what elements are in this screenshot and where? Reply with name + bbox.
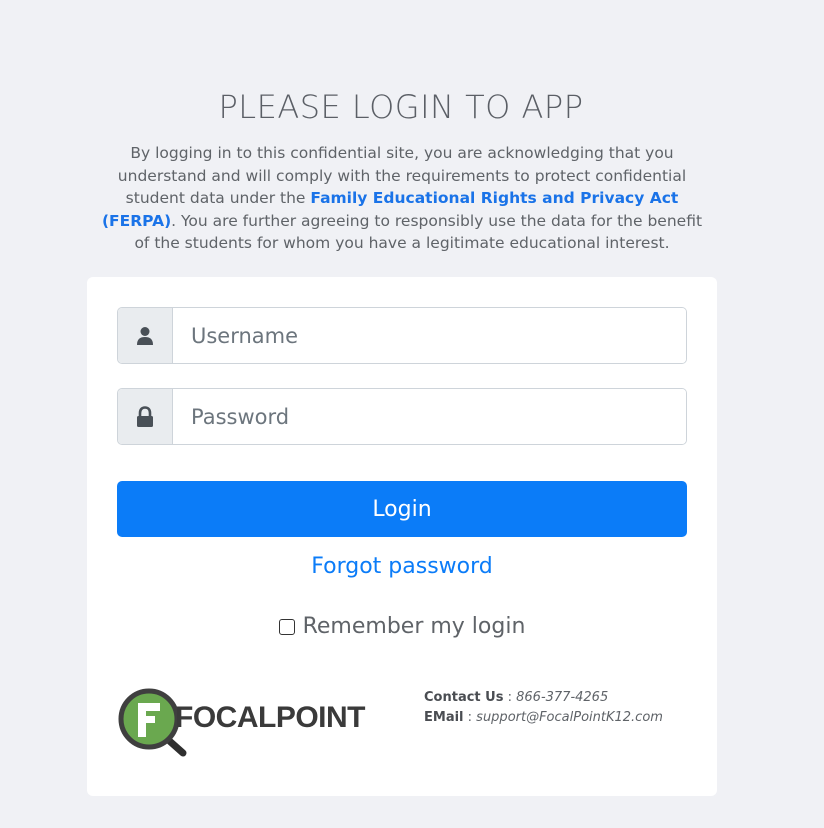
remember-login[interactable]: Remember my login xyxy=(87,614,717,639)
contact-email: EMail : support@FocalPointK12.com xyxy=(424,710,663,725)
remember-label: Remember my login xyxy=(302,614,526,639)
password-group xyxy=(117,388,687,445)
user-icon xyxy=(118,308,173,363)
contact-info: Contact Us : 866-377-4265 EMail : suppor… xyxy=(424,688,663,728)
login-button[interactable]: Login xyxy=(117,481,687,537)
lock-icon xyxy=(118,389,173,444)
password-input[interactable] xyxy=(173,389,686,444)
login-card: Login Forgot password Remember my login … xyxy=(87,277,717,796)
forgot-password-link[interactable]: Forgot password xyxy=(87,554,717,579)
username-input[interactable] xyxy=(173,308,686,363)
username-group xyxy=(117,307,687,364)
login-page: PLEASE LOGIN TO APP By logging in to thi… xyxy=(0,0,824,828)
ferpa-notice: By logging in to this confidential site,… xyxy=(96,142,708,255)
focalpoint-logo: FOCALPOINT xyxy=(117,687,377,759)
remember-checkbox[interactable] xyxy=(278,618,295,635)
contact-phone: Contact Us : 866-377-4265 xyxy=(424,690,609,705)
page-title: PLEASE LOGIN TO APP xyxy=(218,88,584,126)
logo-text: FOCALPOINT xyxy=(175,701,366,734)
notice-text-after: . You are further agreeing to responsibl… xyxy=(134,211,703,253)
